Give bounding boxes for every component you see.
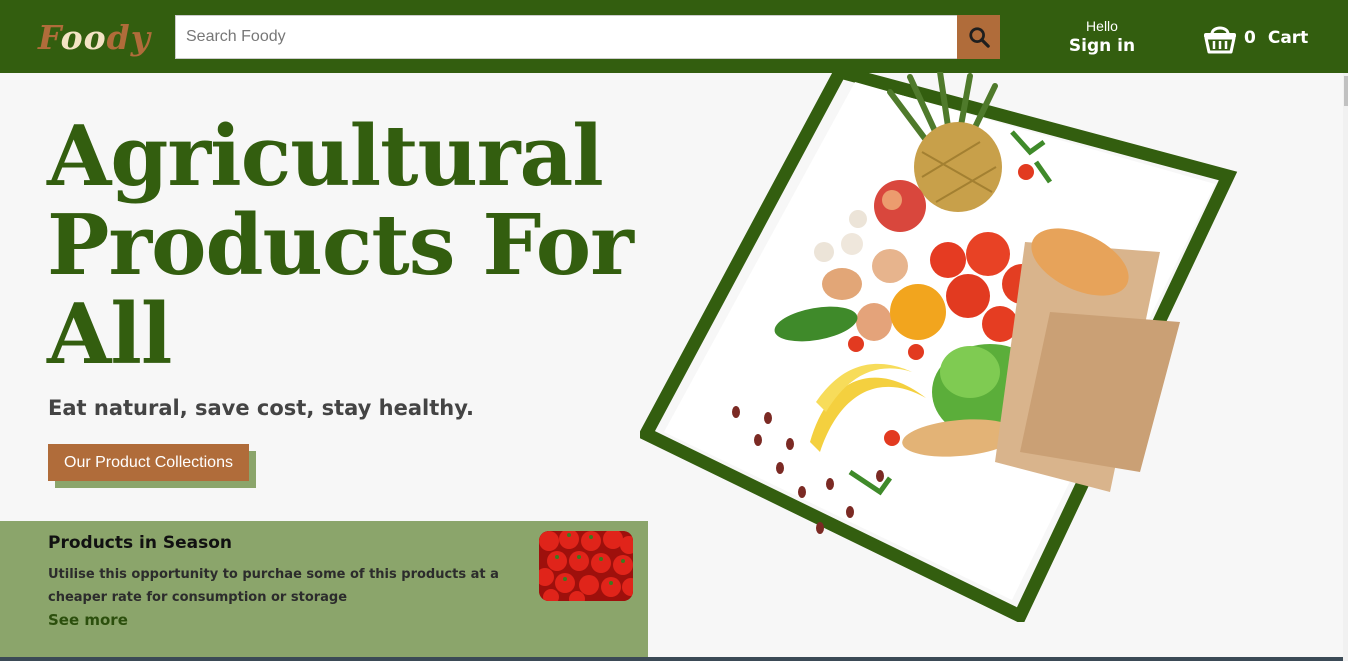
search-icon xyxy=(968,27,990,48)
search-button[interactable] xyxy=(957,15,1000,59)
cart-button[interactable]: 0 Cart xyxy=(1202,20,1308,56)
signin-label: Sign in xyxy=(1068,36,1136,56)
season-title: Products in Season xyxy=(48,533,233,553)
see-more-link[interactable]: See more xyxy=(48,611,128,629)
tomatoes-thumbnail[interactable] xyxy=(539,531,633,601)
cart-count: 0 xyxy=(1244,28,1256,48)
logo-part-f: F xyxy=(38,18,61,57)
hero-title: Agricultural Products For All xyxy=(47,112,647,379)
hero-tagline: Eat natural, save cost, stay healthy. xyxy=(48,396,474,420)
tomatoes-image xyxy=(539,531,633,601)
season-description: Utilise this opportunity to purchae some… xyxy=(48,567,499,605)
cart-label: Cart xyxy=(1267,28,1309,48)
logo-part-oo: oo xyxy=(60,18,107,57)
page-scrollbar[interactable] xyxy=(1343,73,1348,661)
logo-part-dy: dy xyxy=(106,18,151,57)
bottom-strip xyxy=(0,657,1348,661)
hero-groceries-image xyxy=(640,72,1238,622)
hero-title-line-1: Agricultural xyxy=(47,107,604,205)
shopping-basket-icon xyxy=(1204,26,1236,54)
top-navbar: Foody Hello Sign in 0 Cart xyxy=(0,0,1348,73)
products-in-season-panel: Products in Season Utilise this opportun… xyxy=(0,521,648,658)
product-collections-button[interactable]: Our Product Collections xyxy=(48,444,249,481)
hero-title-line-2: Products For xyxy=(47,196,634,294)
foody-logo[interactable]: Foody xyxy=(38,18,151,58)
sign-in-link[interactable]: Hello Sign in xyxy=(1062,18,1142,57)
search-input[interactable] xyxy=(175,15,957,59)
scrollbar-thumb[interactable] xyxy=(1344,76,1348,106)
hero-title-line-3: All xyxy=(47,285,172,383)
signin-greeting: Hello xyxy=(1086,18,1118,34)
